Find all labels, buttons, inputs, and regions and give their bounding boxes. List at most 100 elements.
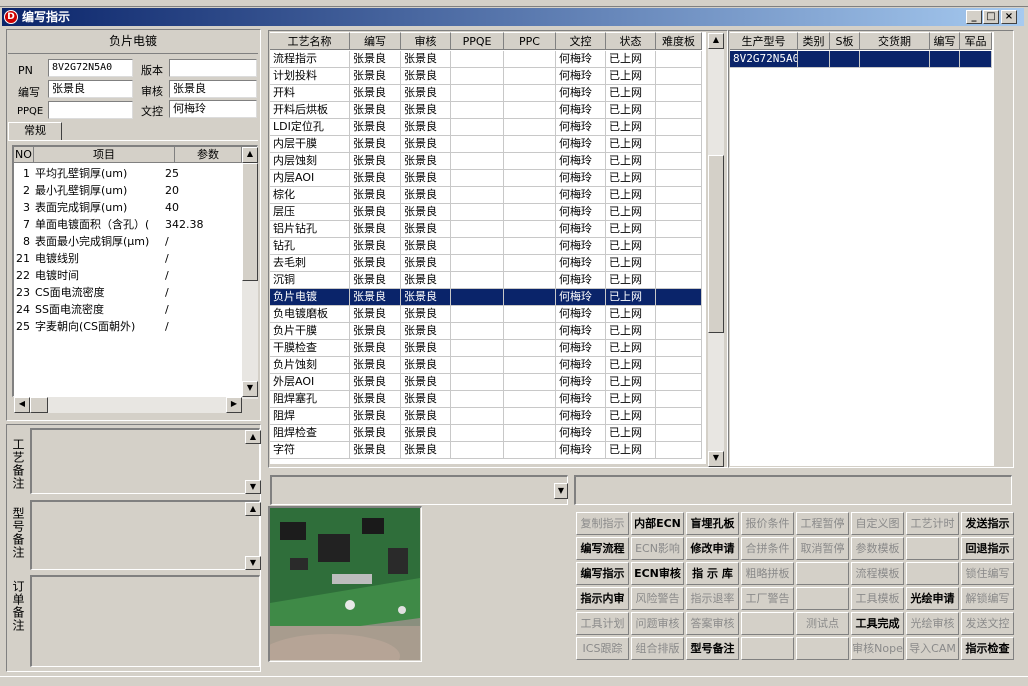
reviewer-field[interactable]: 张景良 xyxy=(169,80,257,98)
process-header-writer[interactable]: 编写 xyxy=(350,32,401,50)
action-button[interactable]: 光绘申请 xyxy=(906,587,959,610)
dropdown-arrow-icon[interactable]: ▼ xyxy=(554,483,568,499)
scroll-left-icon[interactable]: ◀ xyxy=(14,397,30,413)
action-button[interactable]: 发送指示 xyxy=(961,512,1014,535)
scroll-thumb[interactable] xyxy=(708,155,724,333)
hscroll-thumb[interactable] xyxy=(30,397,48,413)
scroll-down-icon[interactable]: ▼ xyxy=(242,381,258,397)
action-button[interactable]: 导入CAM xyxy=(906,637,959,660)
scroll-right-icon[interactable]: ▶ xyxy=(226,397,242,413)
action-button[interactable]: 工具模板 xyxy=(851,587,904,610)
param-row[interactable]: 25 字麦朝向(CS面朝外) / xyxy=(14,318,242,335)
process-row[interactable]: 阻焊检查 张景良 张景良 何梅玲 已上网 xyxy=(270,425,702,442)
action-button[interactable]: 工具完成 xyxy=(851,612,904,635)
action-button[interactable]: 问题审核 xyxy=(631,612,684,635)
action-button[interactable]: 答案审核 xyxy=(686,612,739,635)
param-row[interactable]: 22 电镀时间 / xyxy=(14,267,242,284)
action-button[interactable]: 发送文控 xyxy=(961,612,1014,635)
scroll-down-icon[interactable]: ▼ xyxy=(708,451,724,467)
process-row[interactable]: 沉铜 张景良 张景良 何梅玲 已上网 xyxy=(270,272,702,289)
version-field[interactable] xyxy=(169,59,257,77)
process-header-name[interactable]: 工艺名称 xyxy=(270,32,350,50)
action-button[interactable]: ICS跟踪 xyxy=(576,637,629,660)
process-row[interactable]: 负电镀磨板 张景良 张景良 何梅玲 已上网 xyxy=(270,306,702,323)
process-row[interactable]: 铝片钻孔 张景良 张景良 何梅玲 已上网 xyxy=(270,221,702,238)
process-row[interactable]: 字符 张景良 张景良 何梅玲 已上网 xyxy=(270,442,702,459)
action-button[interactable]: 工程暂停 xyxy=(796,512,849,535)
scroll-up-icon[interactable]: ▲ xyxy=(245,430,261,444)
param-row[interactable]: 7 单面电镀面积（含孔）(342.38 xyxy=(14,216,242,233)
process-row[interactable]: 流程指示 张景良 张景良 何梅玲 已上网 xyxy=(270,51,702,68)
action-button[interactable]: 测试点 xyxy=(796,612,849,635)
scroll-thumb[interactable] xyxy=(242,163,258,281)
param-row[interactable]: 1 平均孔壁铜厚(um) 25 xyxy=(14,165,242,182)
action-button[interactable]: 取消暂停 xyxy=(796,537,849,560)
param-header-value[interactable]: 参数 xyxy=(175,147,242,163)
tab-general[interactable]: 常规 xyxy=(8,122,62,140)
doc-control-field[interactable]: 何梅玲 xyxy=(169,100,257,118)
param-row[interactable]: 8 表面最小完成铜厚(μm) / xyxy=(14,233,242,250)
process-row[interactable]: LDI定位孔 张景良 张景良 何梅玲 已上网 xyxy=(270,119,702,136)
ppqe-field[interactable] xyxy=(48,101,133,119)
process-row[interactable]: 内层干膜 张景良 张景良 何梅玲 已上网 xyxy=(270,136,702,153)
process-row[interactable]: 层压 张景良 张景良 何梅玲 已上网 xyxy=(270,204,702,221)
action-button[interactable]: 型号备注 xyxy=(686,637,739,660)
action-button[interactable]: 内部ECN xyxy=(631,512,684,535)
model-note-textarea[interactable]: ▲ ▼ xyxy=(30,500,261,570)
action-button[interactable]: 光绘审核 xyxy=(906,612,959,635)
action-button[interactable]: 工厂警告 xyxy=(741,587,794,610)
process-header-reviewer[interactable]: 审核 xyxy=(401,32,451,50)
action-button[interactable]: 参数模板 xyxy=(851,537,904,560)
process-header-diff[interactable]: 难度板 xyxy=(656,32,702,50)
process-row[interactable]: 内层蚀刻 张景良 张景良 何梅玲 已上网 xyxy=(270,153,702,170)
param-header-item[interactable]: 项目 xyxy=(34,147,175,163)
param-row[interactable]: 21 电镀线别 / xyxy=(14,250,242,267)
action-button[interactable]: 工具计划 xyxy=(576,612,629,635)
process-row[interactable]: 开料后烘板 张景良 张景良 何梅玲 已上网 xyxy=(270,102,702,119)
product-header-delivery[interactable]: 交货期 xyxy=(860,32,930,50)
process-row[interactable]: 阻焊 张景良 张景良 何梅玲 已上网 xyxy=(270,408,702,425)
scroll-up-icon[interactable]: ▲ xyxy=(242,147,258,163)
scroll-down-icon[interactable]: ▼ xyxy=(245,480,261,494)
action-button[interactable]: 合拼条件 xyxy=(741,537,794,560)
order-note-textarea[interactable] xyxy=(30,575,260,667)
action-button[interactable]: 编写指示 xyxy=(576,562,629,585)
action-button[interactable]: ECN审核 xyxy=(631,562,684,585)
process-row[interactable]: 计划投料 张景良 张景良 何梅玲 已上网 xyxy=(270,68,702,85)
action-button[interactable]: 复制指示 xyxy=(576,512,629,535)
process-row[interactable]: 开料 张景良 张景良 何梅玲 已上网 xyxy=(270,85,702,102)
process-vscrollbar[interactable]: ▲ ▼ xyxy=(708,33,724,467)
action-button[interactable]: 解锁编写 xyxy=(961,587,1014,610)
param-row[interactable]: 24 SS面电流密度 / xyxy=(14,301,242,318)
product-header-military[interactable]: 军品 xyxy=(960,32,992,50)
scroll-up-icon[interactable]: ▲ xyxy=(708,33,724,49)
process-row[interactable]: 去毛刺 张景良 张景良 何梅玲 已上网 xyxy=(270,255,702,272)
param-hscrollbar[interactable]: ◀ ▶ xyxy=(14,397,242,413)
process-row[interactable]: 钻孔 张景良 张景良 何梅玲 已上网 xyxy=(270,238,702,255)
action-button[interactable]: ECN影响 xyxy=(631,537,684,560)
process-row[interactable]: 干膜检查 张景良 张景良 何梅玲 已上网 xyxy=(270,340,702,357)
process-header-doc[interactable]: 文控 xyxy=(556,32,606,50)
action-button[interactable]: 修改申请 xyxy=(686,537,739,560)
process-row[interactable]: 负片干膜 张景良 张景良 何梅玲 已上网 xyxy=(270,323,702,340)
product-header-category[interactable]: 类别 xyxy=(798,32,830,50)
param-row[interactable]: 3 表面完成铜厚(um) 40 xyxy=(14,199,242,216)
close-icon[interactable]: × xyxy=(1001,10,1017,24)
action-button[interactable]: 回退指示 xyxy=(961,537,1014,560)
scroll-up-icon[interactable]: ▲ xyxy=(245,502,261,516)
scroll-down-icon[interactable]: ▼ xyxy=(245,556,261,570)
process-header-ppqe[interactable]: PPQE xyxy=(451,32,504,50)
param-row[interactable]: 23 CS面电流密度 / xyxy=(14,284,242,301)
action-button[interactable]: 粗略拼板 xyxy=(741,562,794,585)
process-row[interactable]: 负片电镀 张景良 张景良 何梅玲 已上网 xyxy=(270,289,702,306)
action-button[interactable]: 指示内审 xyxy=(576,587,629,610)
process-row[interactable]: 内层AOI 张景良 张景良 何梅玲 已上网 xyxy=(270,170,702,187)
action-button[interactable]: 组合排版 xyxy=(631,637,684,660)
process-row[interactable]: 棕化 张景良 张景良 何梅玲 已上网 xyxy=(270,187,702,204)
process-header-ppc[interactable]: PPC xyxy=(504,32,556,50)
action-button[interactable]: 编写流程 xyxy=(576,537,629,560)
process-row[interactable]: 阻焊塞孔 张景良 张景良 何梅玲 已上网 xyxy=(270,391,702,408)
action-button[interactable]: 锁住编写 xyxy=(961,562,1014,585)
action-button[interactable]: 报价条件 xyxy=(741,512,794,535)
process-dropdown[interactable]: ▼ xyxy=(270,475,568,505)
